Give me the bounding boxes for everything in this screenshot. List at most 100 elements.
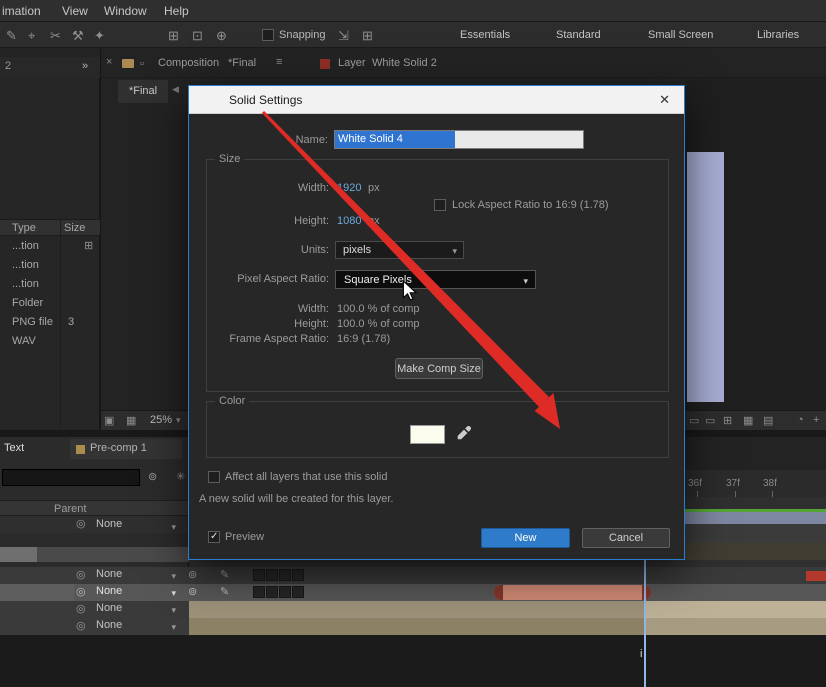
tab-composition-label[interactable]: Composition xyxy=(158,57,219,69)
snap-expand-icon[interactable]: ⇲ xyxy=(338,28,349,44)
pick-whip2-icon[interactable]: ⊚ xyxy=(188,568,197,581)
pick-whip-icon[interactable]: ◎ xyxy=(76,619,86,632)
time-ruler[interactable]: 36f 37f 38f xyxy=(685,470,826,497)
row-label-area[interactable] xyxy=(0,584,74,601)
width-value[interactable]: 1920 xyxy=(337,182,361,194)
project-columns-header[interactable]: Type Size xyxy=(0,219,100,236)
workspace-standard[interactable]: Standard xyxy=(556,29,601,41)
column-size[interactable]: Size xyxy=(64,220,85,237)
pen-icon[interactable]: ✎ xyxy=(220,568,229,581)
zoom-level[interactable]: 25% xyxy=(150,414,172,426)
target-tool-icon[interactable]: ⌖ xyxy=(28,28,35,44)
preview-checkbox[interactable]: ✓ xyxy=(208,531,220,543)
layer-bar-in-handle[interactable] xyxy=(494,585,503,600)
frame-blend-icon[interactable]: ▦ xyxy=(743,414,753,427)
layer-bar-red[interactable] xyxy=(806,571,826,581)
scissors-tool-icon[interactable]: ✂ xyxy=(50,28,61,44)
snap-grid-icon[interactable]: ⊞ xyxy=(362,28,373,44)
star-tool-icon[interactable]: ✦ xyxy=(94,28,105,44)
grid-tool-icon[interactable]: ⊞ xyxy=(168,28,179,44)
parent-dropdown[interactable]: None ▾ xyxy=(92,619,180,634)
plus-tool-icon[interactable]: ⊕ xyxy=(216,28,227,44)
height-value[interactable]: 1080 xyxy=(337,215,361,227)
box-tool-icon[interactable]: ⊡ xyxy=(192,28,203,44)
pick-whip2-icon[interactable]: ⊚ xyxy=(188,585,197,598)
pick-whip-icon[interactable]: ◎ xyxy=(76,602,86,615)
hammer-tool-icon[interactable]: ⚒ xyxy=(72,28,84,44)
thumbnail-icon[interactable]: ▣ xyxy=(104,414,114,427)
pen-icon[interactable]: ✎ xyxy=(220,585,229,598)
close-tab-icon[interactable]: × xyxy=(106,56,112,68)
menu-animation[interactable]: imation xyxy=(2,4,41,18)
eyedropper-icon[interactable] xyxy=(456,425,472,441)
column-type[interactable]: Type xyxy=(12,220,36,237)
pick-whip-icon[interactable]: ◎ xyxy=(76,585,86,598)
pick-whip-icon[interactable]: ◎ xyxy=(76,517,86,532)
add-icon[interactable]: + xyxy=(813,414,819,426)
back-arrow-icon[interactable]: ◀ xyxy=(172,84,179,95)
workspace-libraries[interactable]: Libraries xyxy=(757,29,799,41)
panel-menu-chevrons-icon[interactable]: » xyxy=(82,60,88,72)
menu-help[interactable]: Help xyxy=(164,4,189,18)
snapping-checkbox[interactable] xyxy=(262,29,274,41)
layer-bar-slate[interactable] xyxy=(685,512,826,524)
parent-column-header[interactable]: Parent xyxy=(0,500,189,516)
project-row[interactable]: WAV xyxy=(0,332,100,351)
workspace-small-screen[interactable]: Small Screen xyxy=(648,29,713,41)
motion-blur-toggle-icon[interactable]: ✳ xyxy=(176,470,185,483)
playhead[interactable] xyxy=(644,560,646,687)
affect-all-layers-checkbox[interactable] xyxy=(208,471,220,483)
panel-lock-icon[interactable]: ▫ xyxy=(140,58,144,70)
new-button[interactable]: New xyxy=(481,528,570,548)
project-row[interactable]: ...tion xyxy=(0,275,100,294)
tab-layer-name[interactable]: White Solid 2 xyxy=(372,57,437,69)
grid-view-icon[interactable]: ▦ xyxy=(126,414,136,427)
parent-dropdown[interactable]: None ▾ xyxy=(92,568,180,583)
panel-divider[interactable] xyxy=(100,48,101,430)
parent-dropdown[interactable]: None ▾ xyxy=(92,602,180,617)
pixel-aspect-ratio-dropdown[interactable]: Square Pixels ▾ xyxy=(335,270,536,289)
dialog-titlebar[interactable]: Solid Settings ✕ xyxy=(189,86,684,114)
color-swatch[interactable] xyxy=(410,425,445,444)
parent-dropdown[interactable]: None ▾ xyxy=(92,517,180,532)
grid-icon[interactable]: ⊞ xyxy=(723,414,732,427)
workspace-essentials[interactable]: Essentials xyxy=(460,29,510,41)
graph-icon[interactable]: ▭ xyxy=(705,414,715,427)
pen-tool-icon[interactable]: ✎ xyxy=(6,28,17,44)
tab-precomp[interactable]: Pre-comp 1 xyxy=(70,439,182,459)
mode-box[interactable] xyxy=(253,586,265,598)
time-display-field[interactable] xyxy=(2,469,140,486)
cancel-button[interactable]: Cancel xyxy=(582,528,670,548)
mode-box[interactable] xyxy=(266,569,278,581)
layer-bar-salmon[interactable] xyxy=(494,585,651,600)
make-comp-size-button[interactable]: Make Comp Size xyxy=(395,358,483,379)
menu-window[interactable]: Window xyxy=(104,4,147,18)
comp-mini-flowchart-icon[interactable]: ⊚ xyxy=(148,470,157,483)
mode-box[interactable] xyxy=(279,569,291,581)
menu-view[interactable]: View xyxy=(62,4,88,18)
chevron-down-icon[interactable]: ▾ xyxy=(176,415,181,426)
mode-box[interactable] xyxy=(253,569,265,581)
lock-aspect-checkbox[interactable] xyxy=(434,199,446,211)
panel-menu-icon[interactable]: ≡ xyxy=(276,56,282,68)
project-row[interactable]: PNG file 3 xyxy=(0,313,100,332)
pick-whip-icon[interactable]: ◎ xyxy=(76,568,86,581)
mode-box[interactable] xyxy=(292,569,304,581)
sitemap-icon[interactable]: ⊞ xyxy=(84,237,93,256)
project-row[interactable]: ...tion xyxy=(0,256,100,275)
tab-final[interactable]: *Final xyxy=(118,80,168,103)
mode-box[interactable] xyxy=(292,586,304,598)
layer-bar-tan[interactable] xyxy=(189,618,826,635)
clock-icon[interactable]: ◔ xyxy=(797,414,804,426)
name-input[interactable]: White Solid 4 xyxy=(334,130,584,149)
mode-box[interactable] xyxy=(279,586,291,598)
tab-layer-label[interactable]: Layer xyxy=(338,57,366,69)
layer-bar-tan[interactable] xyxy=(189,601,826,618)
close-icon[interactable]: ✕ xyxy=(659,92,670,108)
project-row[interactable]: ...tion ⊞ xyxy=(0,237,100,256)
tab-composition-name[interactable]: *Final xyxy=(228,57,256,69)
project-row[interactable]: Folder xyxy=(0,294,100,313)
units-dropdown[interactable]: pixels ▾ xyxy=(335,241,464,259)
mode-box[interactable] xyxy=(266,586,278,598)
group-strip-handle[interactable] xyxy=(0,547,37,562)
